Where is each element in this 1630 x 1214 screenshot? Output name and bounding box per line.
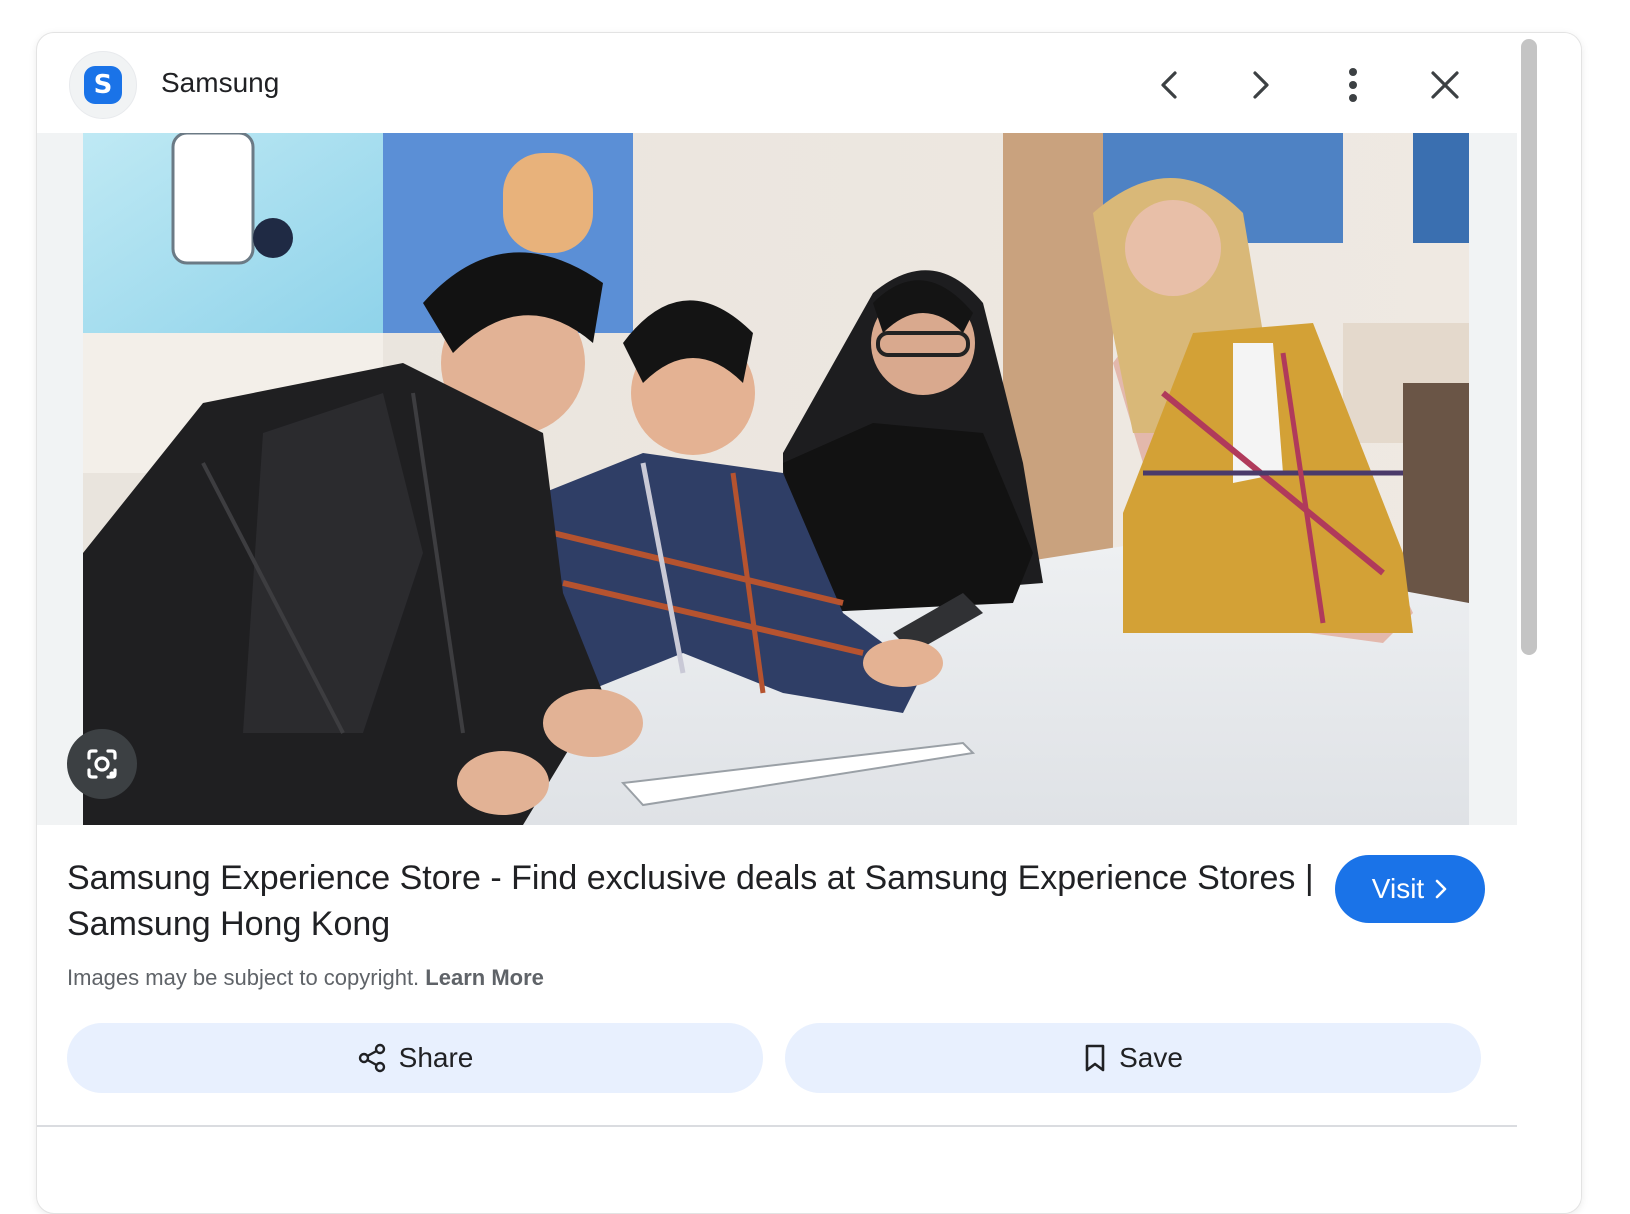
result-title[interactable]: Samsung Experience Store - Find exclusiv… (67, 855, 1317, 947)
more-options-button[interactable] (1327, 59, 1379, 111)
copyright-text: Images may be subject to copyright. (67, 965, 420, 990)
image-preview-panel: S Samsung Samsung Experience Store - Fin… (36, 32, 1582, 1214)
bookmark-icon (1085, 1044, 1105, 1072)
next-button[interactable] (1235, 59, 1287, 111)
copyright-notice: Images may be subject to copyright. Lear… (67, 963, 544, 993)
share-icon (358, 1043, 385, 1073)
divider (37, 1125, 1517, 1127)
google-lens-icon (87, 749, 117, 779)
preview-photo[interactable] (83, 133, 1469, 825)
more-vert-icon (1349, 68, 1357, 102)
site-favicon[interactable]: S (69, 51, 137, 119)
previous-button[interactable] (1143, 59, 1195, 111)
save-button[interactable]: Save (785, 1023, 1481, 1093)
image-area (37, 133, 1517, 825)
share-label: Share (398, 1042, 474, 1073)
site-name[interactable]: Samsung (161, 65, 279, 101)
close-button[interactable] (1419, 59, 1471, 111)
close-icon (1431, 71, 1459, 99)
scrollbar-thumb[interactable] (1521, 39, 1537, 655)
google-lens-button[interactable] (67, 729, 137, 799)
chevron-right-icon (1253, 71, 1269, 99)
preview-header: S Samsung (37, 33, 1581, 136)
chevron-left-icon (1161, 71, 1177, 99)
share-button[interactable]: Share (67, 1023, 763, 1093)
samsung-favicon-icon: S (84, 66, 122, 104)
visit-button[interactable]: Visit (1335, 855, 1485, 923)
learn-more-link[interactable]: Learn More (425, 965, 544, 990)
store-photo-illustration (83, 133, 1469, 825)
save-label: Save (1119, 1042, 1183, 1073)
chevron-right-icon (1435, 879, 1447, 899)
visit-label: Visit (1371, 873, 1425, 904)
